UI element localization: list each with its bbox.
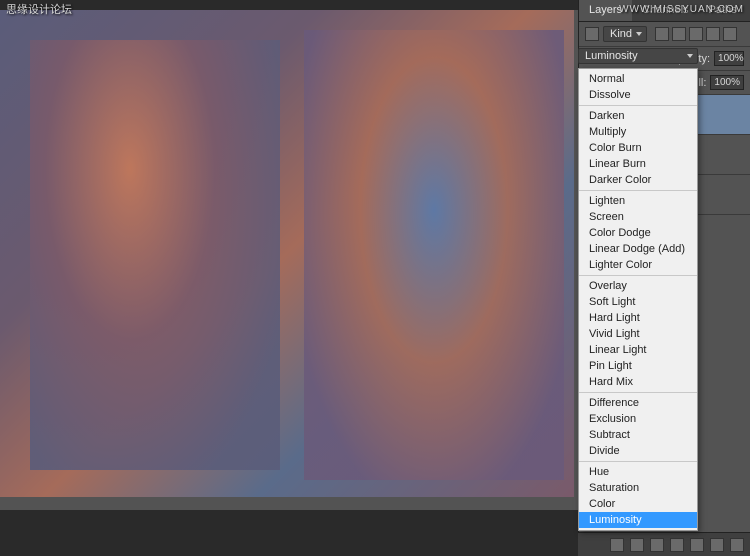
watermark-right: WWW.MISSYUAN.COM (619, 4, 744, 15)
adjustment-icon[interactable] (670, 538, 684, 552)
filter-smart-icon[interactable] (723, 27, 737, 41)
blend-mode-option[interactable]: Saturation (579, 480, 697, 496)
blend-mode-option[interactable]: Linear Light (579, 342, 697, 358)
blend-mode-option[interactable]: Hue (579, 464, 697, 480)
watermark-left: 思缘设计论坛 (6, 1, 619, 17)
fill-value[interactable]: 100% (710, 75, 744, 90)
opacity-value[interactable]: 100% (714, 51, 744, 66)
kind-dropdown[interactable]: Kind (603, 26, 647, 42)
blend-mode-option[interactable]: Exclusion (579, 411, 697, 427)
blend-mode-option[interactable]: Color Burn (579, 140, 697, 156)
canvas-area[interactable] (0, 10, 578, 510)
mask-icon[interactable] (650, 538, 664, 552)
document-image (0, 10, 574, 497)
blend-mode-option[interactable]: Lighter Color (579, 257, 697, 273)
blend-mode-option[interactable]: Color Dodge (579, 225, 697, 241)
blend-mode-option[interactable]: Hard Light (579, 310, 697, 326)
blend-mode-option-selected[interactable]: Luminosity (579, 512, 697, 528)
filter-adjust-icon[interactable] (672, 27, 686, 41)
layer-filter-row: Kind (579, 22, 750, 47)
layers-panel-footer (578, 532, 750, 556)
blend-mode-current[interactable]: Luminosity (578, 48, 698, 64)
blend-mode-option[interactable]: Multiply (579, 124, 697, 140)
blend-mode-option[interactable]: Subtract (579, 427, 697, 443)
blend-mode-option[interactable]: Linear Burn (579, 156, 697, 172)
blend-mode-option[interactable]: Darken (579, 108, 697, 124)
blend-mode-option[interactable]: Screen (579, 209, 697, 225)
filter-type-icon[interactable] (689, 27, 703, 41)
blend-mode-option[interactable]: Vivid Light (579, 326, 697, 342)
blend-mode-option[interactable]: Soft Light (579, 294, 697, 310)
filter-shape-icon[interactable] (706, 27, 720, 41)
blend-mode-option[interactable]: Overlay (579, 278, 697, 294)
blend-mode-option[interactable]: Normal (579, 71, 697, 87)
trash-icon[interactable] (730, 538, 744, 552)
blend-mode-option[interactable]: Pin Light (579, 358, 697, 374)
blend-mode-option[interactable]: Color (579, 496, 697, 512)
blend-mode-option[interactable]: Linear Dodge (Add) (579, 241, 697, 257)
blend-mode-option[interactable]: Darker Color (579, 172, 697, 188)
link-layers-icon[interactable] (610, 538, 624, 552)
blend-mode-option[interactable]: Divide (579, 443, 697, 459)
blend-mode-select[interactable]: Luminosity (578, 48, 698, 64)
watermark-bar: 思缘设计论坛 WWW.MISSYUAN.COM (0, 0, 750, 18)
filter-pixel-icon[interactable] (655, 27, 669, 41)
search-icon (585, 27, 599, 41)
blend-mode-option[interactable]: Difference (579, 395, 697, 411)
blend-mode-option[interactable]: Hard Mix (579, 374, 697, 390)
blend-mode-option[interactable]: Dissolve (579, 87, 697, 103)
blend-mode-dropdown: Normal Dissolve Darken Multiply Color Bu… (578, 68, 698, 531)
new-layer-icon[interactable] (710, 538, 724, 552)
fx-icon[interactable] (630, 538, 644, 552)
group-icon[interactable] (690, 538, 704, 552)
blend-mode-option[interactable]: Lighten (579, 193, 697, 209)
